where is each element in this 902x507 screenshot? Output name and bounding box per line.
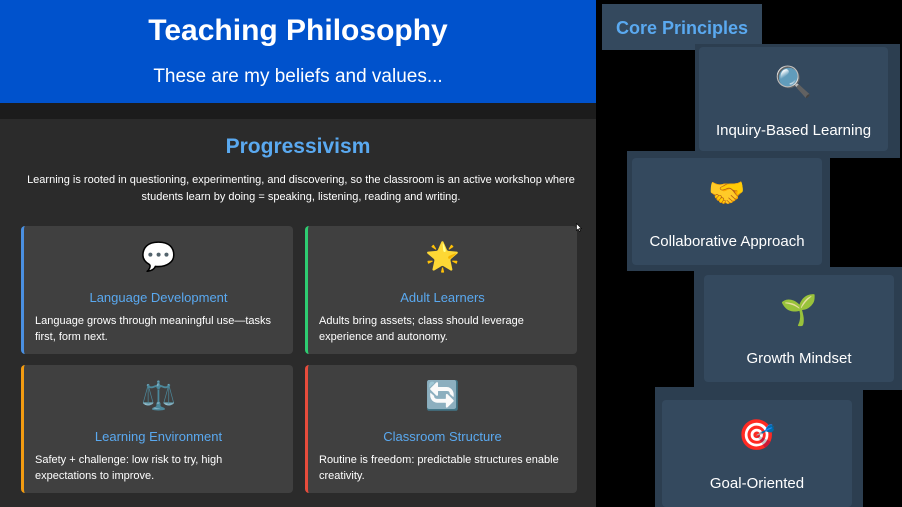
card-title: Learning Environment [94, 429, 223, 444]
card-description: Adults bring assets; class should levera… [319, 315, 524, 343]
principle-goal-oriented[interactable]: 🎯 Goal-Oriented [662, 400, 852, 507]
target-icon: 🎯 [738, 419, 776, 452]
principle-collaborative-approach[interactable]: 🤝 Collaborative Approach [632, 158, 822, 265]
principle-label: Growth Mindset [746, 350, 852, 367]
card-title: Classroom Structure [383, 429, 502, 444]
card-title: Adult Learners [400, 290, 485, 305]
card-adult-learners[interactable]: 🌟 Adult Learners Adults bring assets; cl… [305, 226, 577, 354]
principle-frame: 🌱 Growth Mindset [694, 267, 902, 390]
card-classroom-structure[interactable]: 🔄 Classroom Structure Routine is freedom… [305, 365, 577, 493]
principle-frame: 🔍 Inquiry-Based Learning [695, 44, 900, 158]
seedling-icon: 🌱 [780, 294, 818, 327]
card-description: Safety + challenge: low risk to try, hig… [35, 454, 223, 482]
mouse-cursor-icon [576, 223, 582, 232]
card-language-development[interactable]: 💬 Language Development Language grows th… [21, 226, 293, 354]
principle-inquiry-based-learning[interactable]: 🔍 Inquiry-Based Learning [699, 47, 888, 151]
core-principles-title: Core Principles [615, 18, 749, 38]
principle-label: Inquiry-Based Learning [715, 122, 872, 139]
hero-banner: Teaching Philosophy These are my beliefs… [0, 0, 596, 103]
section-description: Learning is rooted in questioning, exper… [27, 174, 575, 203]
card-description: Language grows through meaningful use—ta… [35, 315, 272, 343]
principle-frame: 🤝 Collaborative Approach [627, 151, 830, 271]
balance-scale-icon: ⚖️ [141, 380, 176, 411]
principle-label: Collaborative Approach [649, 233, 805, 250]
handshake-icon: 🤝 [708, 177, 746, 210]
cycle-arrows-icon: 🔄 [425, 380, 460, 411]
magnifying-glass-icon: 🔍 [774, 66, 813, 99]
star-icon: 🌟 [425, 241, 460, 272]
card-description: Routine is freedom: predictable structur… [319, 454, 559, 482]
principle-growth-mindset[interactable]: 🌱 Growth Mindset [704, 275, 894, 382]
card-title: Language Development [89, 290, 228, 305]
page-title: Teaching Philosophy [148, 14, 448, 47]
principle-label: Goal-Oriented [709, 475, 805, 492]
speech-bubble-icon: 💬 [141, 241, 176, 272]
page-subtitle: These are my beliefs and values... [153, 66, 443, 87]
divider [0, 103, 596, 119]
principle-frame: 🎯 Goal-Oriented [655, 387, 863, 507]
philosophy-panel: Teaching Philosophy These are my beliefs… [0, 0, 596, 507]
section-title: Progressivism [225, 135, 371, 158]
card-learning-environment[interactable]: ⚖️ Learning Environment Safety + challen… [21, 365, 293, 493]
